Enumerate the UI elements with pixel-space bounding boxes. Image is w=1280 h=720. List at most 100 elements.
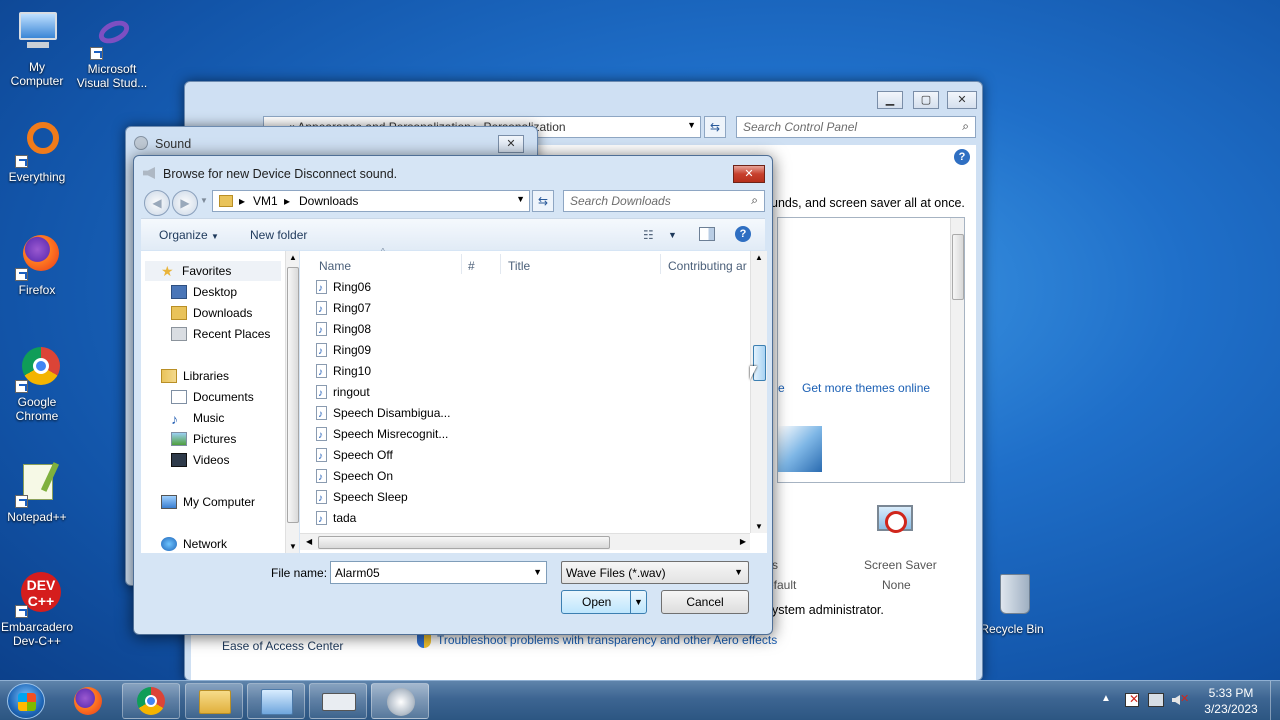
list-item[interactable]: Speech Sleep	[316, 487, 408, 509]
file-name-label: File name:	[271, 566, 328, 580]
new-folder-button[interactable]: New folder	[250, 228, 307, 242]
taskbar-control-panel[interactable]	[247, 683, 305, 719]
desktop-icon-visual-studio[interactable]: Microsoft Visual Stud...	[70, 12, 154, 90]
recent-pages-button[interactable]: ▼	[200, 196, 208, 205]
list-item[interactable]: Speech Misrecognit...	[316, 424, 448, 446]
back-button[interactable]: ◀	[144, 190, 170, 216]
chevron-down-icon[interactable]: ▼	[687, 120, 696, 130]
nav-scrollbar[interactable]: ▲ ▼	[285, 251, 299, 553]
help-icon[interactable]: ?	[735, 226, 751, 242]
list-item[interactable]: tada	[316, 508, 356, 530]
file-rows: Ring06 Ring07 Ring08 Ring09 Ring10 ringo…	[300, 251, 750, 533]
clock-time: 5:33 PM	[1208, 686, 1254, 700]
troubleshoot-link[interactable]: Troubleshoot problems with transparency …	[437, 633, 777, 647]
start-button[interactable]	[7, 683, 45, 719]
desktop-icon-notepad-plus-plus[interactable]: Notepad++	[0, 460, 79, 524]
preview-pane-icon[interactable]	[699, 227, 715, 241]
themes-list: e Get more themes online	[777, 217, 965, 483]
list-item[interactable]: Speech Off	[316, 445, 393, 467]
themes-scrollbar[interactable]	[950, 218, 964, 482]
close-button[interactable]: ✕	[733, 165, 765, 183]
show-desktop-button[interactable]	[1270, 681, 1280, 720]
file-list-horizontal-scrollbar[interactable]: ◀ ▶	[300, 533, 750, 550]
taskbar-chrome[interactable]	[122, 683, 180, 719]
breadcrumb-vm1[interactable]: VM1	[253, 194, 278, 208]
file-name-combobox[interactable]: Alarm05 ▼	[330, 561, 547, 584]
refresh-button[interactable]: ⇆	[704, 116, 726, 138]
intro-text: unds, and screen saver all at once.	[771, 196, 965, 210]
taskbar-keyboard[interactable]	[309, 683, 367, 719]
open-button[interactable]: Open ▼	[561, 590, 647, 614]
desktop-icon-firefox[interactable]: Firefox	[0, 233, 79, 297]
file-list-vertical-scrollbar[interactable]: ▲ ▼	[750, 251, 767, 533]
notepad-plus-plus-icon	[13, 460, 61, 508]
network-tray-icon[interactable]	[1148, 693, 1164, 707]
close-button[interactable]: ✕	[498, 135, 524, 153]
show-hidden-icons-button[interactable]: ▲	[1101, 693, 1111, 704]
list-item[interactable]: Speech Disambigua...	[316, 403, 450, 425]
navigation-pane: ★ Favorites Desktop Downloads Recent Pla…	[141, 251, 299, 553]
desktop-icon-google-chrome[interactable]: Google Chrome	[0, 345, 79, 423]
taskbar-explorer[interactable]	[185, 683, 243, 719]
file-name-value: Alarm05	[335, 566, 380, 580]
organize-menu[interactable]: Organize ▼	[159, 228, 219, 242]
desktop-icon-dev-cpp[interactable]: DEV C++ Embarcadero Dev-C++	[0, 570, 79, 648]
list-item[interactable]: Ring06	[316, 277, 371, 299]
nav-favorites[interactable]: ★ Favorites	[145, 261, 281, 281]
breadcrumb-downloads[interactable]: Downloads	[299, 194, 358, 208]
search-input[interactable]: Search Downloads ⌕	[563, 190, 765, 212]
screen-saver-icon[interactable]	[873, 503, 917, 543]
address-bar[interactable]: ▸ VM1 ▸ Downloads ▼	[212, 190, 530, 212]
screen-saver-label[interactable]: Screen Saver	[864, 558, 937, 572]
computer-icon	[161, 495, 177, 509]
chevron-down-icon[interactable]: ▼	[533, 567, 542, 577]
mouse-cursor-icon	[750, 366, 757, 380]
minimize-button[interactable]: ▁	[877, 91, 903, 109]
forward-button[interactable]: ▶	[172, 190, 198, 216]
wave-file-icon	[316, 363, 327, 383]
help-icon[interactable]: ?	[954, 149, 970, 165]
file-type-select[interactable]: Wave Files (*.wav) ▼	[561, 561, 749, 584]
chevron-down-icon[interactable]: ▼	[668, 230, 677, 240]
chevron-right-icon: ▸	[239, 194, 246, 208]
clock[interactable]: 5:33 PM 3/23/2023	[1196, 685, 1266, 717]
action-center-icon[interactable]: ✕	[1125, 692, 1139, 707]
list-item[interactable]: ringout	[316, 382, 370, 404]
chevron-down-icon[interactable]: ▼	[634, 591, 643, 613]
wave-file-icon	[316, 405, 327, 425]
theme-link-partial[interactable]: e	[778, 381, 785, 395]
chevron-right-icon: ▸	[284, 194, 291, 208]
refresh-button[interactable]: ⇆	[532, 190, 554, 212]
firefox-icon	[74, 687, 102, 715]
desktop-icon-label: Notepad++	[7, 510, 67, 524]
wave-file-icon	[316, 426, 327, 446]
ease-of-access-link[interactable]: Ease of Access Center	[222, 639, 343, 653]
maximize-button[interactable]: ▢	[913, 91, 939, 109]
desktop-icon	[171, 285, 187, 299]
close-button[interactable]: ✕	[947, 91, 977, 109]
theme-thumbnail[interactable]	[778, 426, 822, 472]
wave-file-icon	[316, 384, 327, 404]
list-item[interactable]: Ring09	[316, 340, 371, 362]
cancel-button[interactable]: Cancel	[661, 590, 749, 614]
taskbar-firefox[interactable]	[66, 683, 112, 719]
list-item[interactable]: Ring10	[316, 361, 371, 383]
desktop-icon-my-computer[interactable]: My Computer	[0, 10, 79, 88]
windows-logo-icon	[18, 693, 36, 711]
list-item[interactable]: Ring07	[316, 298, 371, 320]
desktop-icon-everything[interactable]: Everything	[0, 120, 79, 184]
list-item[interactable]: Ring08	[316, 319, 371, 341]
downloads-folder-icon	[171, 306, 187, 320]
scrollbar-thumb[interactable]	[318, 536, 610, 549]
view-options-icon[interactable]: ☷	[643, 228, 654, 242]
list-item[interactable]: Speech On	[316, 466, 393, 488]
volume-tray-icon[interactable]: ✕	[1172, 693, 1189, 707]
taskbar-sound[interactable]	[371, 683, 429, 719]
get-more-themes-link[interactable]: Get more themes online	[802, 381, 930, 395]
chevron-down-icon[interactable]: ▼	[516, 194, 525, 204]
folder-icon	[199, 690, 231, 714]
chrome-icon	[137, 687, 165, 715]
videos-icon	[171, 453, 187, 467]
sound-dialog-title: Sound	[155, 137, 192, 151]
search-input[interactable]: Search Control Panel ⌕	[736, 116, 976, 138]
